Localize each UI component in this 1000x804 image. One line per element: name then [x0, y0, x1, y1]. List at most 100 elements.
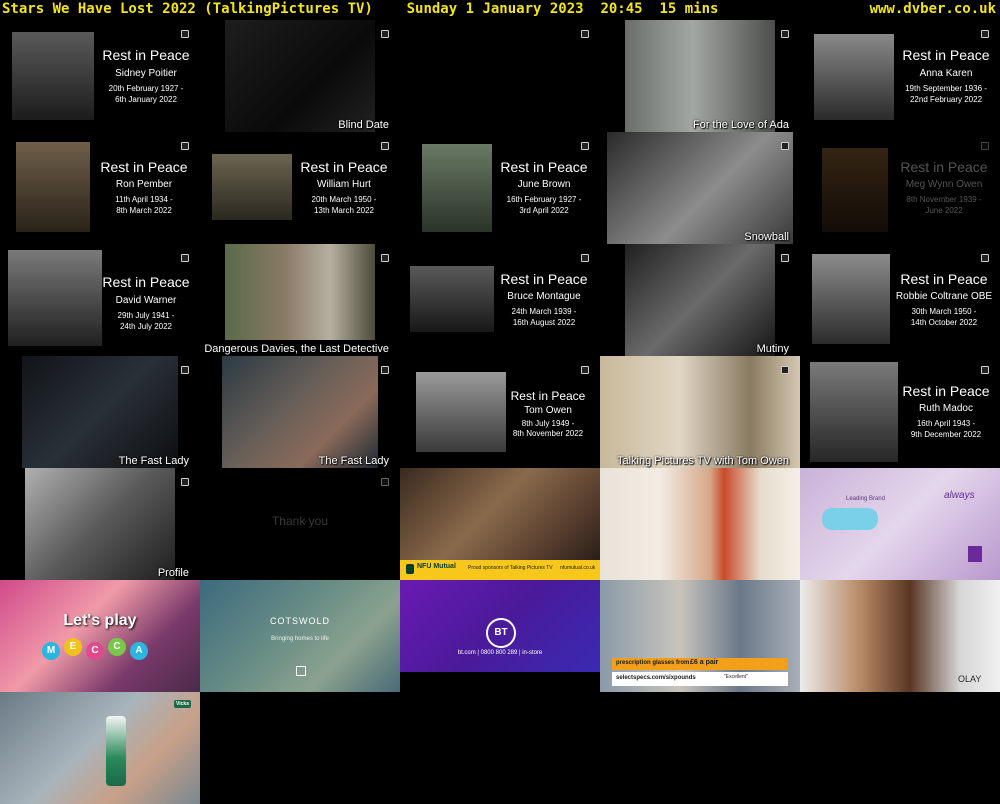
frame-13[interactable]: Rest in Peace Bruce Montague 24th March …: [400, 244, 600, 356]
bt-contact-text: bt.com | 0800 800 289 | in-store: [457, 650, 543, 656]
frame-04[interactable]: For the Love of Ada: [600, 20, 800, 132]
always-logo-text: always: [944, 490, 975, 501]
advert-still: [0, 692, 200, 804]
broadcast-datetime: Sunday 1 January 2023 20:45 15 mins: [406, 1, 719, 17]
frame-24[interactable]: [600, 468, 800, 580]
frame-25[interactable]: Leading Brand always: [800, 468, 1000, 580]
portrait-image: [212, 154, 292, 220]
subtitle-icon: [181, 30, 189, 38]
frame-22[interactable]: Thank you: [200, 468, 400, 580]
subtitle-icon: [381, 30, 389, 38]
rip-death-date: 13th March 2022: [313, 206, 375, 215]
header-bar: Stars We Have Lost 2022 (TalkingPictures…: [0, 0, 1000, 20]
frame-02[interactable]: Blind Date: [200, 20, 400, 132]
frame-01[interactable]: Rest in Peace Sidney Poitier 20th Februa…: [0, 20, 200, 132]
advert-still: [400, 468, 600, 560]
house-icon: [296, 666, 306, 676]
rip-death-date: 8th November 2022: [512, 429, 584, 438]
offer-text: prescription glasses from: [616, 660, 690, 666]
subtitle-icon: [381, 254, 389, 262]
frame-18[interactable]: Rest in Peace Tom Owen 8th July 1949 - 8…: [400, 356, 600, 468]
nasal-spray-icon: [106, 716, 126, 786]
subtitle-icon: [981, 30, 989, 38]
rip-birth-date: 20th March 1950 -: [311, 195, 377, 204]
rip-birth-date: 24th March 1939 -: [511, 307, 577, 316]
portrait-image: [812, 254, 890, 344]
frame-28[interactable]: BT bt.com | 0800 800 289 | in-store: [400, 580, 600, 692]
film-still: [607, 132, 793, 244]
portrait-image: [814, 34, 894, 120]
rip-death-date: 16th August 2022: [512, 318, 576, 327]
rip-birth-date: 16th April 1943 -: [916, 419, 976, 428]
rip-birth-date: 8th July 1949 -: [521, 419, 575, 428]
leading-brand-text: Leading Brand: [846, 496, 886, 502]
frame-23[interactable]: NFU Mutual Proud sponsors of Talking Pic…: [400, 468, 600, 580]
rip-title: Rest in Peace: [900, 271, 988, 287]
frame-26[interactable]: Let's play M E C C A: [0, 580, 200, 692]
rip-name: Tom Owen: [524, 405, 572, 416]
film-caption: The Fast Lady: [318, 455, 389, 467]
film-still: [625, 20, 775, 132]
rip-death-date: 6th January 2022: [115, 95, 177, 104]
rip-title: Rest in Peace: [510, 389, 586, 403]
frame-17[interactable]: The Fast Lady: [200, 356, 400, 468]
programme-title[interactable]: Stars We Have Lost 2022 (TalkingPictures…: [2, 1, 373, 17]
frame-20[interactable]: Rest in Peace Ruth Madoc 16th April 1943…: [800, 356, 1000, 468]
frame-31[interactable]: Vicks: [0, 692, 200, 804]
rip-name: Ruth Madoc: [919, 403, 973, 414]
rip-title: Rest in Peace: [102, 47, 190, 63]
subtitle-icon: [381, 478, 389, 486]
site-link[interactable]: www.dvber.co.uk: [870, 0, 996, 18]
rip-birth-date: 19th September 1936 -: [905, 84, 987, 93]
rip-birth-date: 30th March 1950 -: [911, 307, 977, 316]
frame-14[interactable]: Mutiny: [600, 244, 800, 356]
portrait-image: [12, 32, 94, 120]
frame-27[interactable]: COTSWOLD Bringing homes to life: [200, 580, 400, 692]
subtitle-icon: [981, 366, 989, 374]
rip-death-date: June 2022: [925, 206, 963, 215]
frame-29[interactable]: prescription glasses from £6 a pair sele…: [600, 580, 800, 692]
frame-19[interactable]: Talking Pictures TV with Tom Owen: [600, 356, 800, 468]
frame-07[interactable]: Rest in Peace William Hurt 20th March 19…: [200, 132, 400, 244]
frame-05[interactable]: Rest in Peace Anna Karen 19th September …: [800, 20, 1000, 132]
letter-ball: A: [130, 642, 148, 660]
subtitle-icon: [781, 254, 789, 262]
letter-ball: E: [64, 638, 82, 656]
rip-title: Rest in Peace: [300, 159, 388, 175]
thank-you-text: Thank you: [271, 514, 329, 528]
portrait-image: [810, 362, 898, 462]
frame-21[interactable]: Profile: [0, 468, 200, 580]
film-still: [625, 244, 775, 356]
mecca-headline: Let's play: [63, 612, 137, 629]
rip-title: Rest in Peace: [102, 274, 190, 290]
rip-name: Sidney Poitier: [115, 68, 177, 79]
frame-08[interactable]: Rest in Peace June Brown 16th February 1…: [400, 132, 600, 244]
frame-30[interactable]: OLAY: [800, 580, 1000, 692]
rip-name: Meg Wynn Owen: [905, 179, 983, 190]
rip-title: Rest in Peace: [902, 383, 990, 399]
frame-09[interactable]: Snowball: [600, 132, 800, 244]
portrait-image: [422, 144, 492, 232]
rip-birth-date: 20th February 1927 -: [108, 84, 184, 93]
film-caption: Mutiny: [756, 343, 789, 355]
film-caption: Snowball: [744, 231, 789, 243]
vicks-logo-text: Vicks: [174, 700, 191, 708]
frame-11[interactable]: Rest in Peace David Warner 29th July 194…: [0, 244, 200, 356]
film-still: [25, 468, 175, 580]
nfu-logo-icon: [406, 564, 414, 574]
frame-03[interactable]: [400, 20, 600, 132]
advert-still: [600, 468, 800, 580]
film-caption: For the Love of Ada: [692, 119, 789, 131]
frame-15[interactable]: Rest in Peace Robbie Coltrane OBE 30th M…: [800, 244, 1000, 356]
portrait-image: [16, 142, 90, 232]
letter-ball: C: [86, 642, 104, 660]
rip-death-date: 24th July 2022: [119, 322, 173, 331]
frame-12[interactable]: Dangerous Davies, the Last Detective: [200, 244, 400, 356]
portrait-image: [8, 250, 102, 346]
subtitle-icon: [781, 366, 789, 374]
frame-06[interactable]: Rest in Peace Ron Pember 11th April 1934…: [0, 132, 200, 244]
frame-10[interactable]: Rest in Peace Meg Wynn Owen 8th November…: [800, 132, 1000, 244]
subtitle-icon: [181, 254, 189, 262]
frame-16[interactable]: The Fast Lady: [0, 356, 200, 468]
subtitle-icon: [581, 254, 589, 262]
